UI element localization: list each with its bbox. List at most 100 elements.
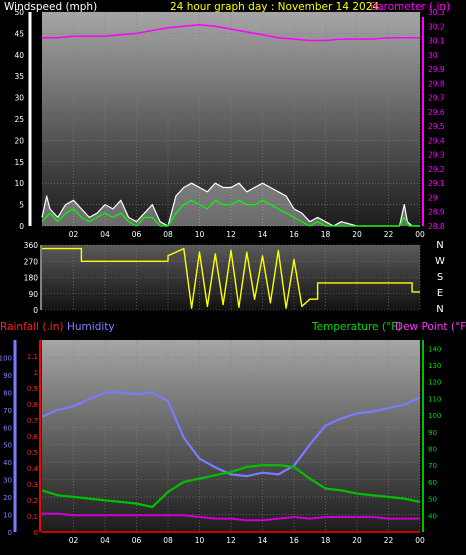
compass-label: S xyxy=(437,272,443,283)
humidity-legend: Humidity xyxy=(67,321,115,333)
temperature-tick-label: 50 xyxy=(428,496,437,504)
rain-tick-label: 0.7 xyxy=(27,417,38,425)
temperature-tick-label: 40 xyxy=(428,512,437,520)
weather-graph: 0 5 10 15 20 25 30 35 40 45 50 28.8 28.9 29 29.1 29.2 29… xyxy=(0,0,466,555)
x-tick-label: 08 xyxy=(163,230,173,239)
compass-label: E xyxy=(437,288,443,299)
x-tick-label: 06 xyxy=(132,536,142,545)
barometer-tick-label: 29.7 xyxy=(428,94,445,103)
temperature-tick-label: 120 xyxy=(428,379,441,387)
x-tick-label: 10 xyxy=(195,536,205,545)
wind-tick-label: 35 xyxy=(14,72,24,81)
barometer-tick-label: 29.5 xyxy=(428,122,445,131)
chart-title: 24 hour graph day : November 14 2024 xyxy=(170,1,379,13)
wind-tick-label: 20 xyxy=(14,136,24,145)
direction-tick-label: 90 xyxy=(28,290,38,299)
humidity-tick-label: 40 xyxy=(3,459,12,467)
wind-tick-label: 30 xyxy=(14,94,24,103)
rain-tick-label: 0.8 xyxy=(27,401,38,409)
temperature-tick-label: 130 xyxy=(428,362,441,370)
x-tick-label: 14 xyxy=(258,230,268,239)
humidity-tick-label: 70 xyxy=(3,407,12,415)
barometer-tick-label: 28.9 xyxy=(428,208,445,217)
x-tick-label: 20 xyxy=(352,536,362,545)
direction-tick-label: 0 xyxy=(33,306,38,315)
temperature-legend: Temperature (°F) xyxy=(311,321,401,333)
x-tick-label: 00 xyxy=(415,230,425,239)
humidity-tick-label: 50 xyxy=(3,442,12,450)
compass-label: W xyxy=(435,256,445,267)
temperature-tick-label: 90 xyxy=(428,429,437,437)
x-tick-label: 08 xyxy=(163,536,173,545)
wind-tick-label: 45 xyxy=(14,29,24,38)
direction-tick-label: 360 xyxy=(24,241,39,250)
barometer-tick-label: 29.8 xyxy=(428,79,445,88)
barometer-tick-label: 30.1 xyxy=(428,37,445,46)
humidity-tick-label: 20 xyxy=(3,494,12,502)
humidity-tick-label: 60 xyxy=(3,424,12,432)
temperature-tick-label: 60 xyxy=(428,479,437,487)
x-tick-label: 12 xyxy=(226,536,236,545)
barometer-tick-label: 30.2 xyxy=(428,22,445,31)
humidity-tick-label: 90 xyxy=(3,372,12,380)
rain-tick-label: 1.1 xyxy=(27,353,38,361)
rain-tick-label: 0.6 xyxy=(27,433,39,441)
temperature-tick-label: 70 xyxy=(428,462,437,470)
x-tick-label: 22 xyxy=(384,536,394,545)
barometer-tick-label: 29.6 xyxy=(428,108,445,117)
x-tick-label: 18 xyxy=(321,230,331,239)
wind-tick-label: 5 xyxy=(19,201,24,210)
barometer-tick-label: 29.3 xyxy=(428,151,445,160)
x-tick-label: 10 xyxy=(195,230,205,239)
barometer-tick-label: 28.8 xyxy=(428,222,445,231)
direction-tick-label: 180 xyxy=(24,274,39,283)
x-tick-label: 00 xyxy=(415,536,425,545)
wind-axis-title: Windspeed (mph) xyxy=(4,1,97,13)
humidity-tick-label: 10 xyxy=(3,512,12,520)
x-tick-label: 02 xyxy=(69,536,79,545)
rain-tick-label: 0.2 xyxy=(27,497,38,505)
barometer-tick-label: 29 xyxy=(428,193,438,202)
barometer-axis-title: Barometer (.in) xyxy=(370,1,450,13)
x-tick-label: 18 xyxy=(321,536,331,545)
rain-tick-label: 0 xyxy=(34,529,38,537)
rainfall-legend: Rainfall (.in) xyxy=(0,321,63,333)
rain-tick-label: 0.9 xyxy=(27,385,38,393)
humidity-tick-label: 30 xyxy=(3,477,12,485)
rain-tick-label: 0.4 xyxy=(27,465,39,473)
barometer-tick-label: 29.4 xyxy=(428,136,445,145)
x-tick-label: 04 xyxy=(100,230,110,239)
temperature-tick-label: 80 xyxy=(428,446,437,454)
temperature-tick-label: 110 xyxy=(428,395,441,403)
wind-tick-label: 25 xyxy=(14,115,24,124)
x-tick-label: 20 xyxy=(352,230,362,239)
x-tick-label: 04 xyxy=(100,536,110,545)
x-tick-label: 14 xyxy=(258,536,268,545)
barometer-tick-label: 29.9 xyxy=(428,65,445,74)
humidity-tick-label: 100 xyxy=(0,354,12,362)
wind-tick-label: 15 xyxy=(14,158,24,167)
temperature-tick-label: 140 xyxy=(428,345,441,353)
humidity-tick-label: 80 xyxy=(3,389,12,397)
humidity-tick-label: 0 xyxy=(8,529,12,537)
x-tick-label: 02 xyxy=(69,230,79,239)
dewpoint-legend: Dew Point (°F) xyxy=(395,321,466,333)
compass-label: N xyxy=(436,304,443,315)
wind-tick-label: 10 xyxy=(14,179,24,188)
direction-tick-label: 270 xyxy=(24,257,39,266)
barometer-tick-label: 29.2 xyxy=(428,165,445,174)
x-tick-label: 06 xyxy=(132,230,142,239)
x-tick-label: 16 xyxy=(289,230,299,239)
rain-tick-label: 1 xyxy=(34,369,38,377)
barometer-tick-label: 29.1 xyxy=(428,179,445,188)
wind-tick-label: 40 xyxy=(14,51,24,60)
temperature-tick-label: 100 xyxy=(428,412,441,420)
compass-label: N xyxy=(436,240,443,251)
wind-tick-label: 0 xyxy=(19,222,24,231)
x-tick-label: 12 xyxy=(226,230,236,239)
rain-tick-label: 0.5 xyxy=(27,449,38,457)
x-tick-label: 16 xyxy=(289,536,299,545)
rain-tick-label: 0.1 xyxy=(27,513,38,521)
barometer-tick-label: 30 xyxy=(428,51,438,60)
rain-tick-label: 0.3 xyxy=(27,481,38,489)
